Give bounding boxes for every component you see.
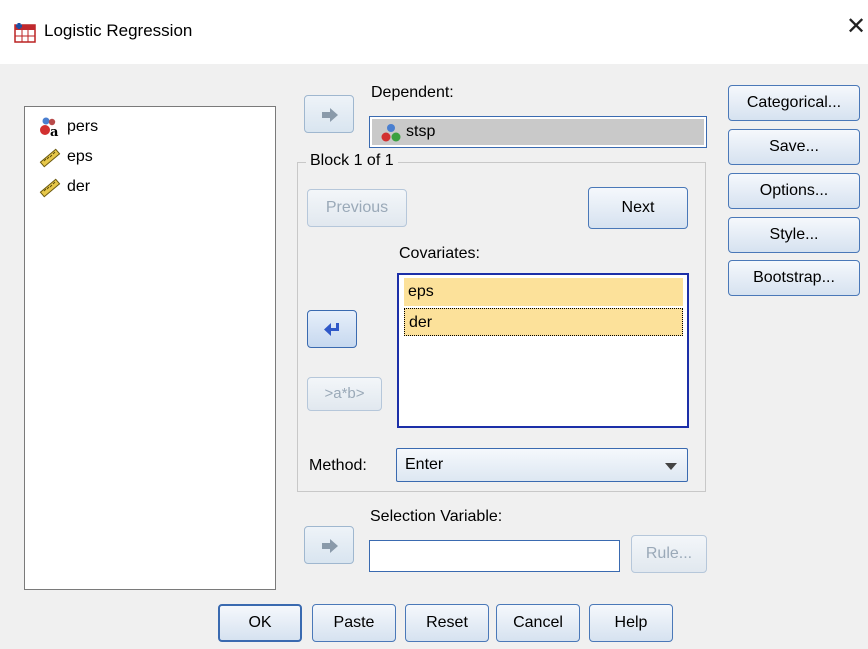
bootstrap-button-label: Bootstrap... (753, 269, 835, 286)
window-title: Logistic Regression (44, 21, 193, 40)
interaction-button[interactable]: >a*b> (307, 377, 382, 411)
style-button-label: Style... (769, 226, 819, 243)
paste-button[interactable]: Paste (312, 604, 396, 642)
arrow-right-icon (322, 539, 338, 553)
reset-button-label: Reset (426, 614, 468, 631)
rule-button-label: Rule... (645, 545, 693, 562)
dependent-label: Dependent: (371, 84, 454, 101)
scale-ruler-icon (39, 178, 61, 198)
variable-label: pers (67, 118, 99, 135)
covariates-label: Covariates: (399, 245, 480, 262)
ok-button-label: OK (248, 614, 272, 631)
previous-button-label: Previous (325, 199, 389, 216)
previous-button[interactable]: Previous (307, 189, 407, 227)
interaction-button-label: >a*b> (324, 385, 365, 402)
method-select[interactable]: Enter (396, 448, 688, 482)
chevron-down-icon (665, 463, 677, 470)
categorical-button[interactable]: Categorical... (728, 85, 860, 121)
source-variable-list[interactable]: a pers eps der (24, 106, 276, 590)
app-icon (14, 23, 36, 43)
reset-button[interactable]: Reset (405, 604, 489, 642)
categorical-button-label: Categorical... (746, 94, 842, 111)
ok-button[interactable]: OK (218, 604, 302, 642)
block-title: Block 1 of 1 (306, 152, 398, 170)
next-button-label: Next (621, 199, 655, 216)
style-button[interactable]: Style... (728, 217, 860, 253)
method-value: Enter (405, 456, 444, 473)
bootstrap-button[interactable]: Bootstrap... (728, 260, 860, 296)
nominal-string-icon: a (40, 117, 59, 138)
move-to-covariates-button[interactable] (307, 310, 357, 348)
svg-text:a: a (50, 125, 59, 138)
options-button-label: Options... (759, 182, 829, 199)
covariate-label: der (409, 314, 433, 331)
save-button-label: Save... (769, 138, 819, 155)
selection-variable-field[interactable] (369, 540, 620, 572)
method-label: Method: (309, 457, 367, 474)
help-button[interactable]: Help (589, 604, 673, 642)
arrow-right-icon (322, 108, 338, 122)
selection-variable-label: Selection Variable: (370, 508, 503, 525)
covariate-item[interactable]: eps (404, 278, 683, 306)
covariates-list[interactable]: eps der (397, 273, 689, 428)
help-button-label: Help (614, 614, 648, 631)
rule-button[interactable]: Rule... (631, 535, 707, 573)
cancel-button-label: Cancel (513, 614, 563, 631)
close-icon[interactable]: ✕ (846, 14, 866, 38)
save-button[interactable]: Save... (728, 129, 860, 165)
covariate-label: eps (408, 283, 434, 300)
next-button[interactable]: Next (588, 187, 688, 229)
dependent-field[interactable]: stsp (369, 116, 707, 148)
move-to-dependent-button[interactable] (304, 95, 354, 133)
arrow-return-left-icon (324, 323, 339, 336)
scale-ruler-icon (39, 148, 61, 168)
title-bar: Logistic Regression ✕ (0, 0, 868, 64)
variable-label: eps (67, 148, 93, 165)
dependent-value: stsp (372, 119, 704, 145)
options-button[interactable]: Options... (728, 173, 860, 209)
nominal-icon (381, 124, 401, 142)
cancel-button[interactable]: Cancel (496, 604, 580, 642)
paste-button-label: Paste (333, 614, 375, 631)
covariate-item[interactable]: der (404, 308, 683, 336)
variable-label: der (67, 178, 91, 195)
move-to-selection-button[interactable] (304, 526, 354, 564)
dependent-variable-label: stsp (406, 123, 436, 140)
